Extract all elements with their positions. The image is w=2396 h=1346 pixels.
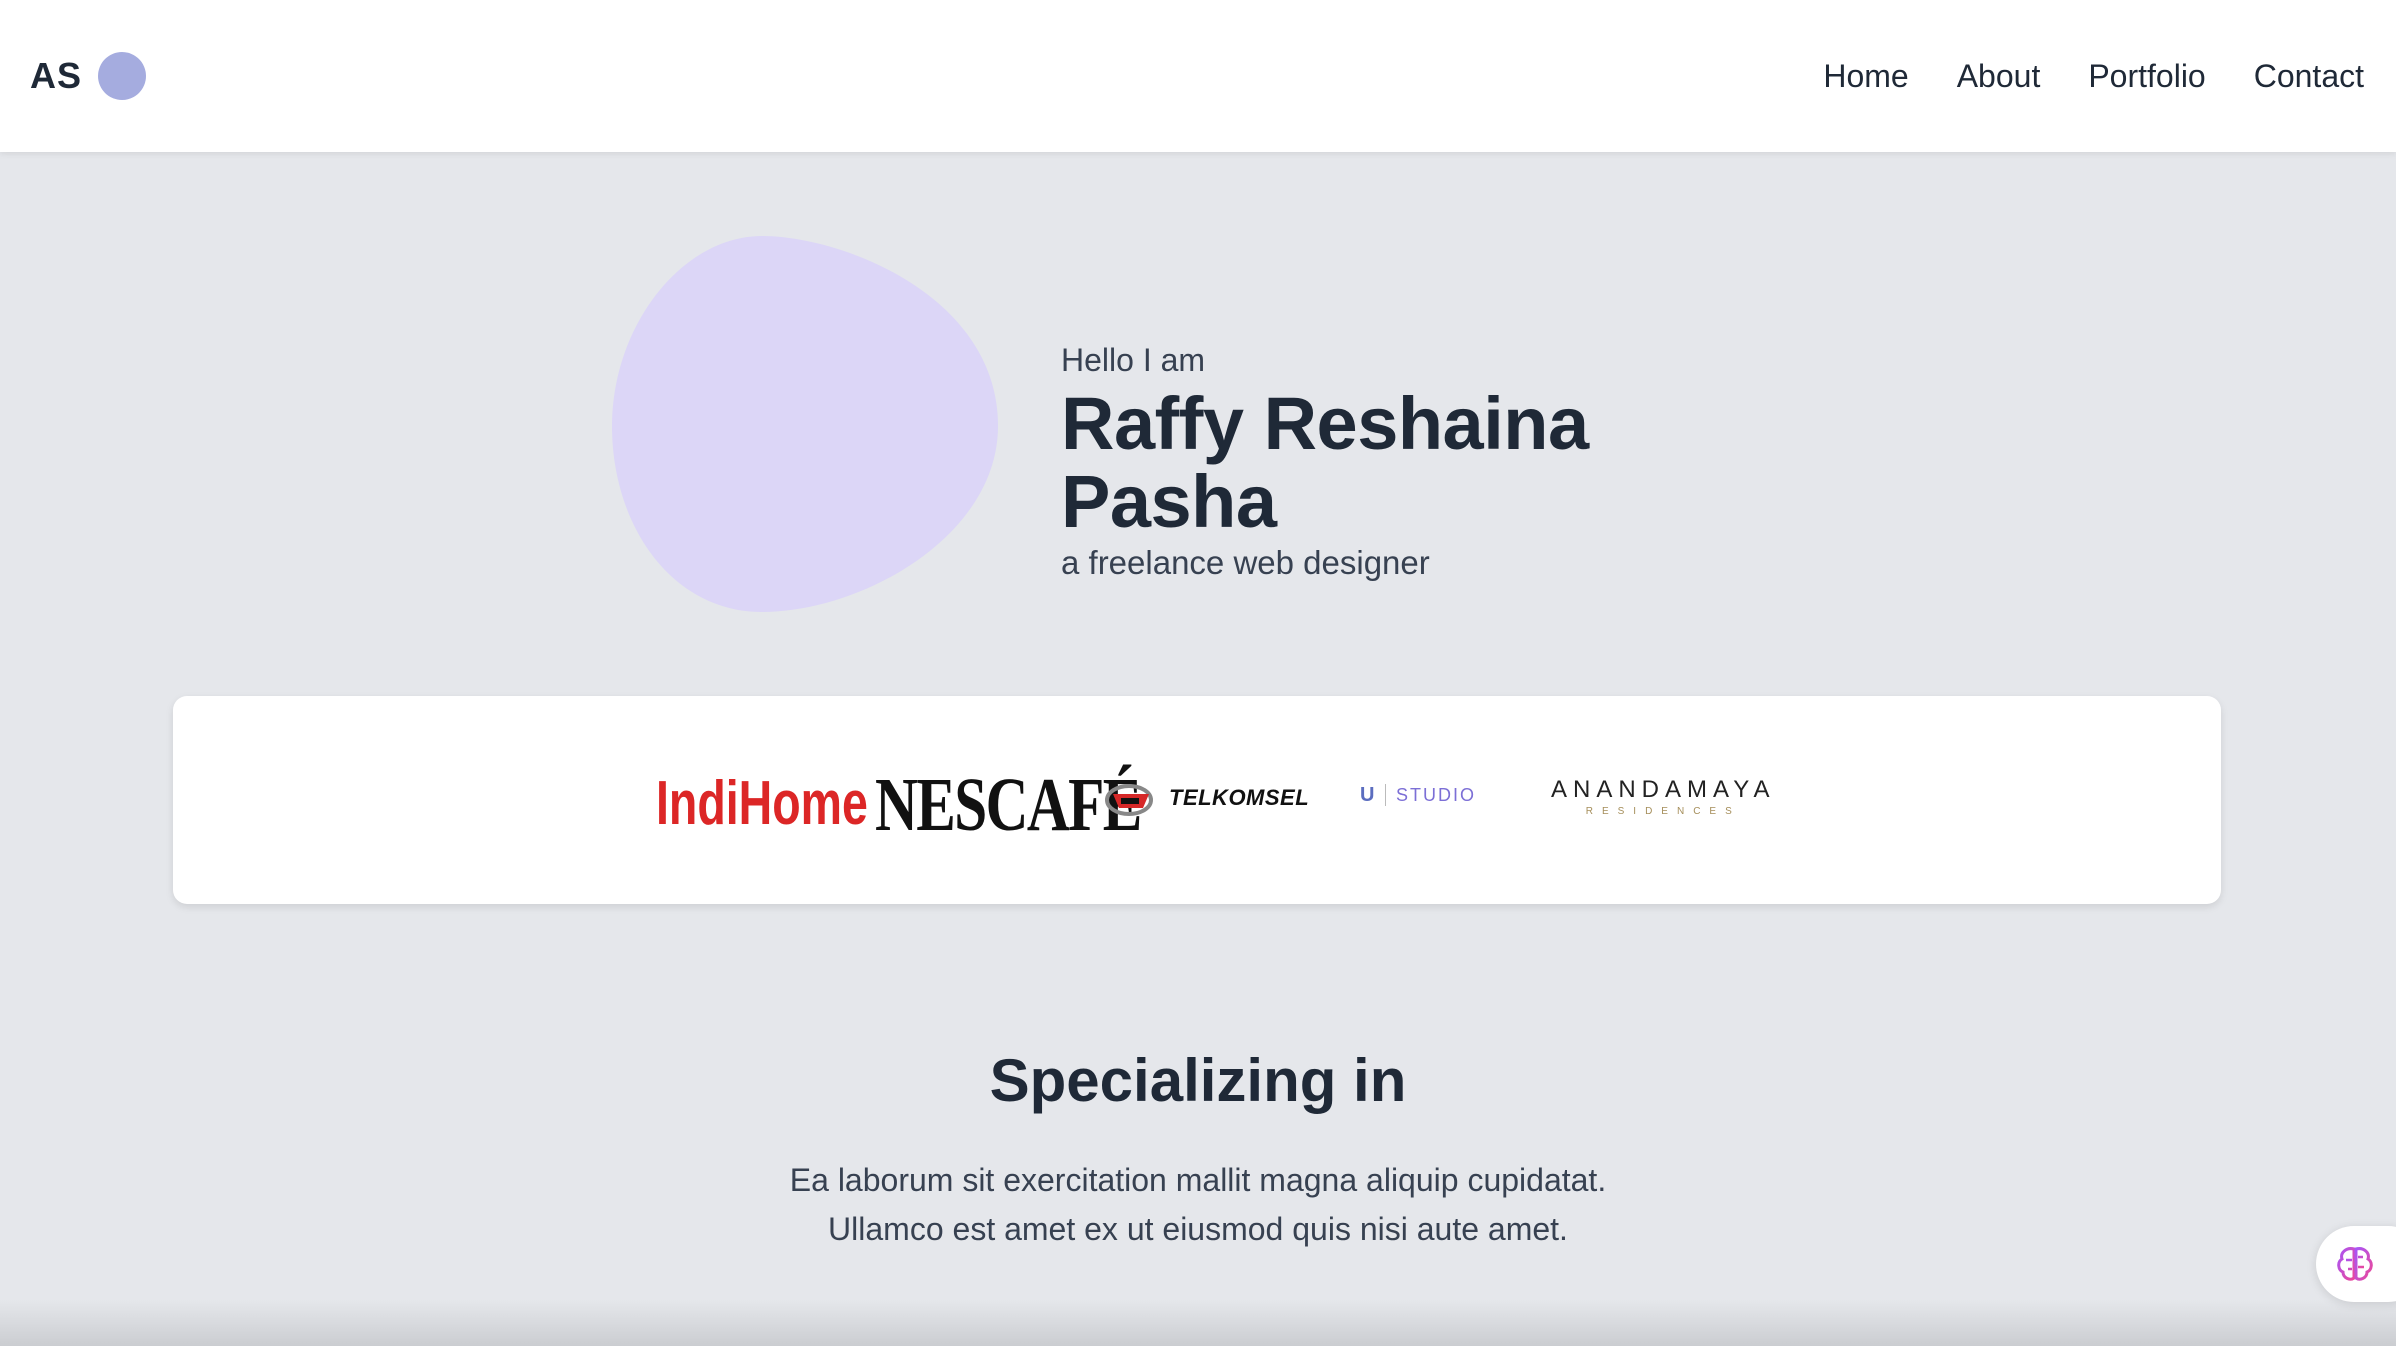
bottom-shadow [0, 1300, 2396, 1346]
hero-greeting: Hello I am [1061, 342, 1206, 378]
specializing-description: Ea laborum sit exercitation mallit magna… [0, 1156, 2396, 1254]
brand-logo[interactable]: AS [30, 52, 147, 100]
telkomsel-mark-icon [1105, 784, 1153, 816]
anandamaya-logo: ANANDAMAYA RESIDENCES [1551, 776, 1776, 817]
nescafe-logo: NESCAFÉ [875, 763, 1142, 847]
nav-link-contact[interactable]: Contact [2254, 58, 2364, 95]
specializing-title: Specializing in [989, 1047, 1407, 1114]
brain-icon [2337, 1247, 2373, 1281]
specializing-line-2: Ullamco est amet ex ut eiusmod quis nisi… [828, 1211, 1568, 1247]
nav-link-about[interactable]: About [1957, 58, 2041, 95]
navbar: AS Home About Portfolio Contact [0, 0, 2396, 152]
hero-text: Hello I am Raffy Reshaina Pasha a freela… [1061, 342, 1812, 582]
hero-role: a freelance web designer [1061, 544, 1430, 582]
hero-section: Hello I am Raffy Reshaina Pasha a freela… [612, 236, 1812, 612]
main-nav: Home About Portfolio Contact [1823, 58, 2364, 95]
unilever-mark-icon: U [1360, 784, 1386, 806]
brand-text: AS [30, 55, 83, 96]
nav-link-portfolio[interactable]: Portfolio [2088, 58, 2205, 95]
unilever-studio-logo: U STUDIO [1360, 784, 1477, 806]
assistant-button[interactable] [2316, 1226, 2396, 1302]
hero-blob-image [612, 236, 998, 612]
telkomsel-logo: TELKOMSEL [1103, 776, 1309, 820]
client-logos-card: IndiHome NESCAFÉ TELKOMSEL U STUDIO ANAN… [173, 696, 2221, 904]
brand-dot-icon [98, 52, 147, 100]
hero-name: Raffy Reshaina Pasha [1061, 382, 1589, 543]
specializing-line-1: Ea laborum sit exercitation mallit magna… [789, 1162, 1607, 1198]
nav-link-home[interactable]: Home [1823, 58, 1908, 95]
